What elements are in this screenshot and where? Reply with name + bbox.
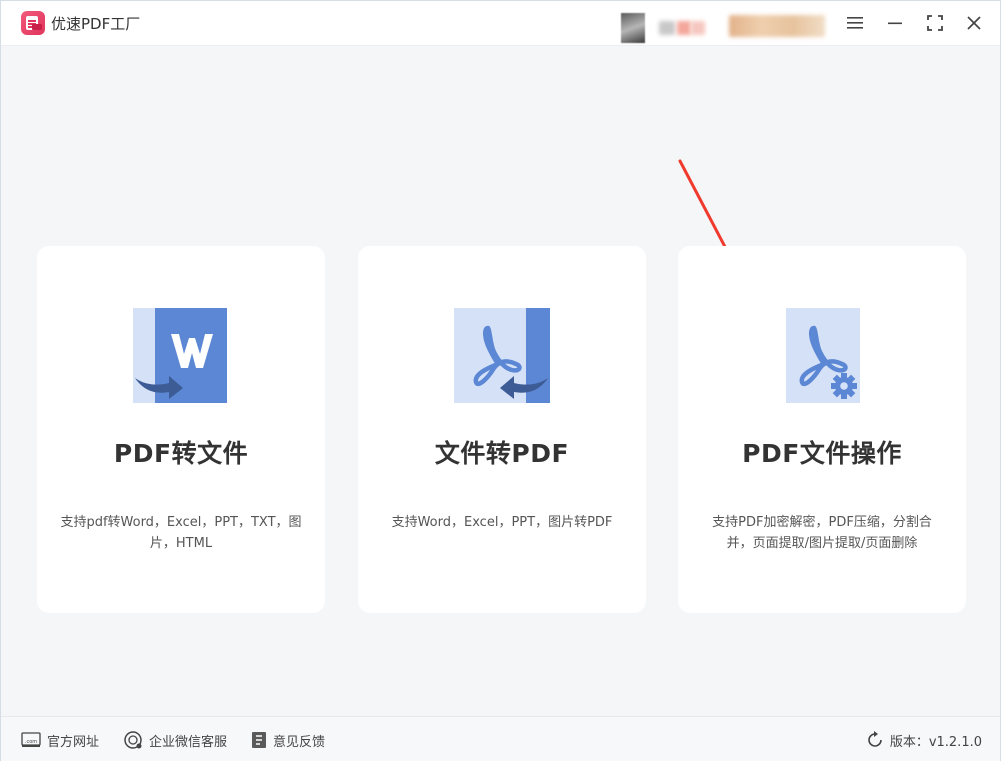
close-button[interactable] <box>960 9 988 37</box>
card-title: PDF文件操作 <box>742 439 902 468</box>
wechat-service-link[interactable]: 企业微信客服 <box>123 730 227 750</box>
website-label: 官方网址 <box>47 734 100 750</box>
app-logo-icon <box>21 11 45 35</box>
refresh-icon[interactable] <box>866 731 884 749</box>
svg-text:.com: .com <box>25 739 37 745</box>
wechat-service-icon <box>124 731 142 749</box>
blurred-text <box>677 21 691 35</box>
fullscreen-button[interactable] <box>921 9 949 37</box>
blurred-text <box>659 21 675 35</box>
blurred-text <box>729 15 825 37</box>
card-title: PDF转文件 <box>113 439 249 468</box>
card-description: 支持PDF加密解密，PDF压缩，分割合并，页面提取/图片提取/页面删除 <box>712 515 932 551</box>
card-description: 支持pdf转Word，Excel，PPT，TXT，图片，HTML <box>60 515 302 551</box>
feedback-link[interactable]: 意见反馈 <box>251 730 325 750</box>
close-icon <box>967 16 981 30</box>
feedback-label: 意见反馈 <box>273 734 326 750</box>
card-pdf-operations[interactable]: PDF文件操作 支持PDF加密解密，PDF压缩，分割合并，页面提取/图片提取/页… <box>678 246 966 613</box>
file-to-pdf-icon <box>454 308 550 403</box>
card-description: 支持Word，Excel，PPT，图片转PDF <box>391 515 613 530</box>
website-link[interactable]: .com 官方网址 <box>21 730 99 750</box>
version-info: 版本：v1.2.1.0 <box>866 730 982 750</box>
wechat-service-label: 企业微信客服 <box>149 734 228 750</box>
website-icon: .com <box>21 732 41 747</box>
card-pdf-to-file[interactable]: PDF转文件 支持pdf转Word，Excel，PPT，TXT，图片，HTML <box>37 246 325 613</box>
feedback-icon <box>252 732 266 748</box>
minimize-icon <box>888 22 902 25</box>
card-file-to-pdf[interactable]: 文件转PDF 支持Word，Excel，PPT，图片转PDF <box>358 246 646 613</box>
version-label: 版本：v1.2.1.0 <box>889 734 982 750</box>
app-window: 优速PDF工厂 PDF转文件 支持pdf转Word，Excel，PPT，TXT，… <box>0 0 1001 761</box>
blurred-text <box>691 21 705 35</box>
user-account[interactable] <box>621 9 826 43</box>
app-title: 优速PDF工厂 <box>51 15 141 33</box>
fullscreen-icon <box>927 15 943 31</box>
minimize-button[interactable] <box>881 9 909 37</box>
title-bar: 优速PDF工厂 <box>1 1 1000 46</box>
user-avatar[interactable] <box>621 13 645 43</box>
pdf-to-word-icon <box>133 308 227 403</box>
card-title: 文件转PDF <box>434 439 570 468</box>
footer-bar: .com 官方网址 企业微信客服 意见反馈 版本：v1.2.1.0 <box>1 716 1000 761</box>
pdf-settings-icon <box>786 308 860 403</box>
menu-button[interactable] <box>841 9 869 37</box>
menu-icon <box>847 17 863 29</box>
